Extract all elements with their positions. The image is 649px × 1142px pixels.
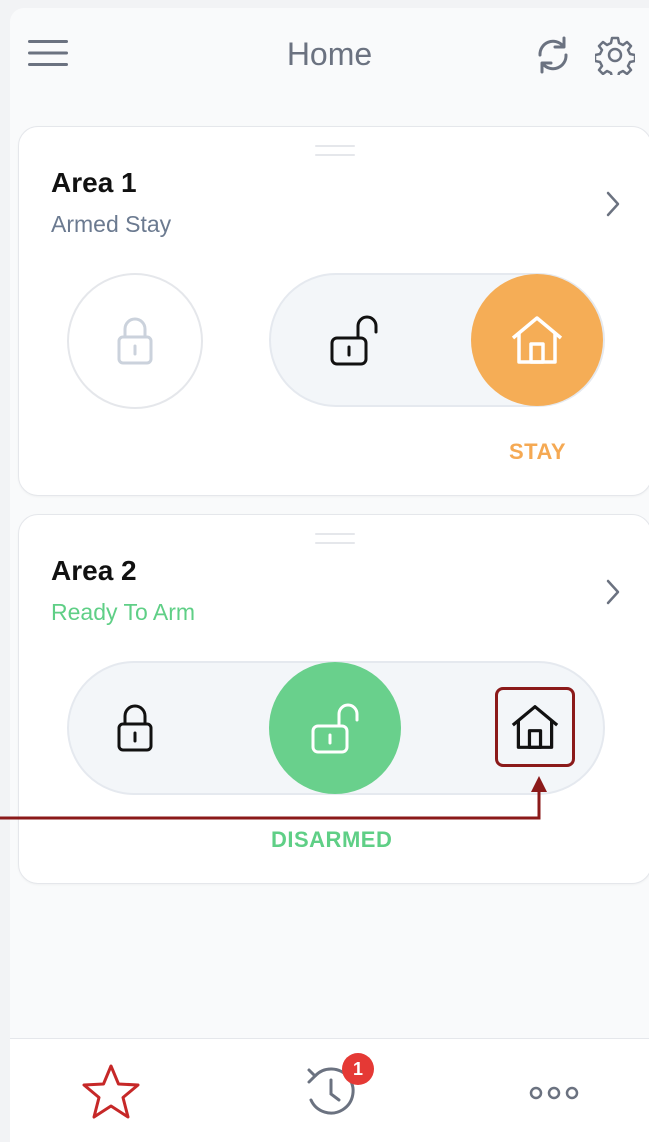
lock-open-icon — [330, 315, 378, 366]
area-details-button[interactable] — [603, 577, 623, 612]
notification-badge: 1 — [342, 1053, 374, 1085]
chevron-right-icon — [606, 579, 620, 605]
area-status: Armed Stay — [51, 211, 172, 237]
drag-handle[interactable] — [315, 533, 355, 547]
arm-away-button[interactable] — [67, 273, 203, 409]
arm-away-button[interactable] — [69, 663, 201, 793]
area-name: Area 2 — [51, 555, 137, 586]
mode-selector — [269, 273, 605, 407]
area-card-2: Area 2 Ready To Arm DISARMED — [18, 514, 649, 884]
star-icon — [82, 1064, 140, 1119]
more-dots-icon — [529, 1086, 579, 1100]
mode-label: DISARMED — [271, 827, 393, 852]
refresh-button[interactable] — [528, 32, 578, 78]
area-name: Area 1 — [51, 167, 137, 198]
lock-closed-icon — [117, 704, 153, 752]
gear-icon — [595, 36, 635, 75]
favorites-tab[interactable] — [76, 1057, 146, 1127]
refresh-icon — [538, 36, 568, 74]
mode-selector — [67, 661, 605, 795]
disarm-button[interactable] — [269, 662, 401, 794]
mode-label: STAY — [509, 439, 567, 464]
area-status: Ready To Arm — [51, 599, 196, 625]
stay-button[interactable] — [471, 274, 603, 406]
area-details-button[interactable] — [603, 189, 623, 224]
lock-open-icon — [311, 703, 359, 754]
disarm-button[interactable] — [289, 275, 419, 405]
chevron-right-icon — [606, 191, 620, 217]
more-tab[interactable] — [524, 1075, 584, 1111]
app-screen: Home Area 1 Armed Stay STAY Area 2 Ready… — [10, 8, 649, 1142]
area-card-1: Area 1 Armed Stay STAY — [18, 126, 649, 496]
stay-button[interactable] — [495, 687, 575, 767]
home-icon — [511, 316, 563, 364]
lock-closed-icon — [117, 317, 153, 365]
settings-button[interactable] — [590, 32, 640, 78]
drag-handle[interactable] — [315, 145, 355, 159]
top-bar: Home — [10, 8, 649, 108]
home-icon — [511, 705, 559, 749]
bottom-nav: 1 — [10, 1038, 649, 1142]
